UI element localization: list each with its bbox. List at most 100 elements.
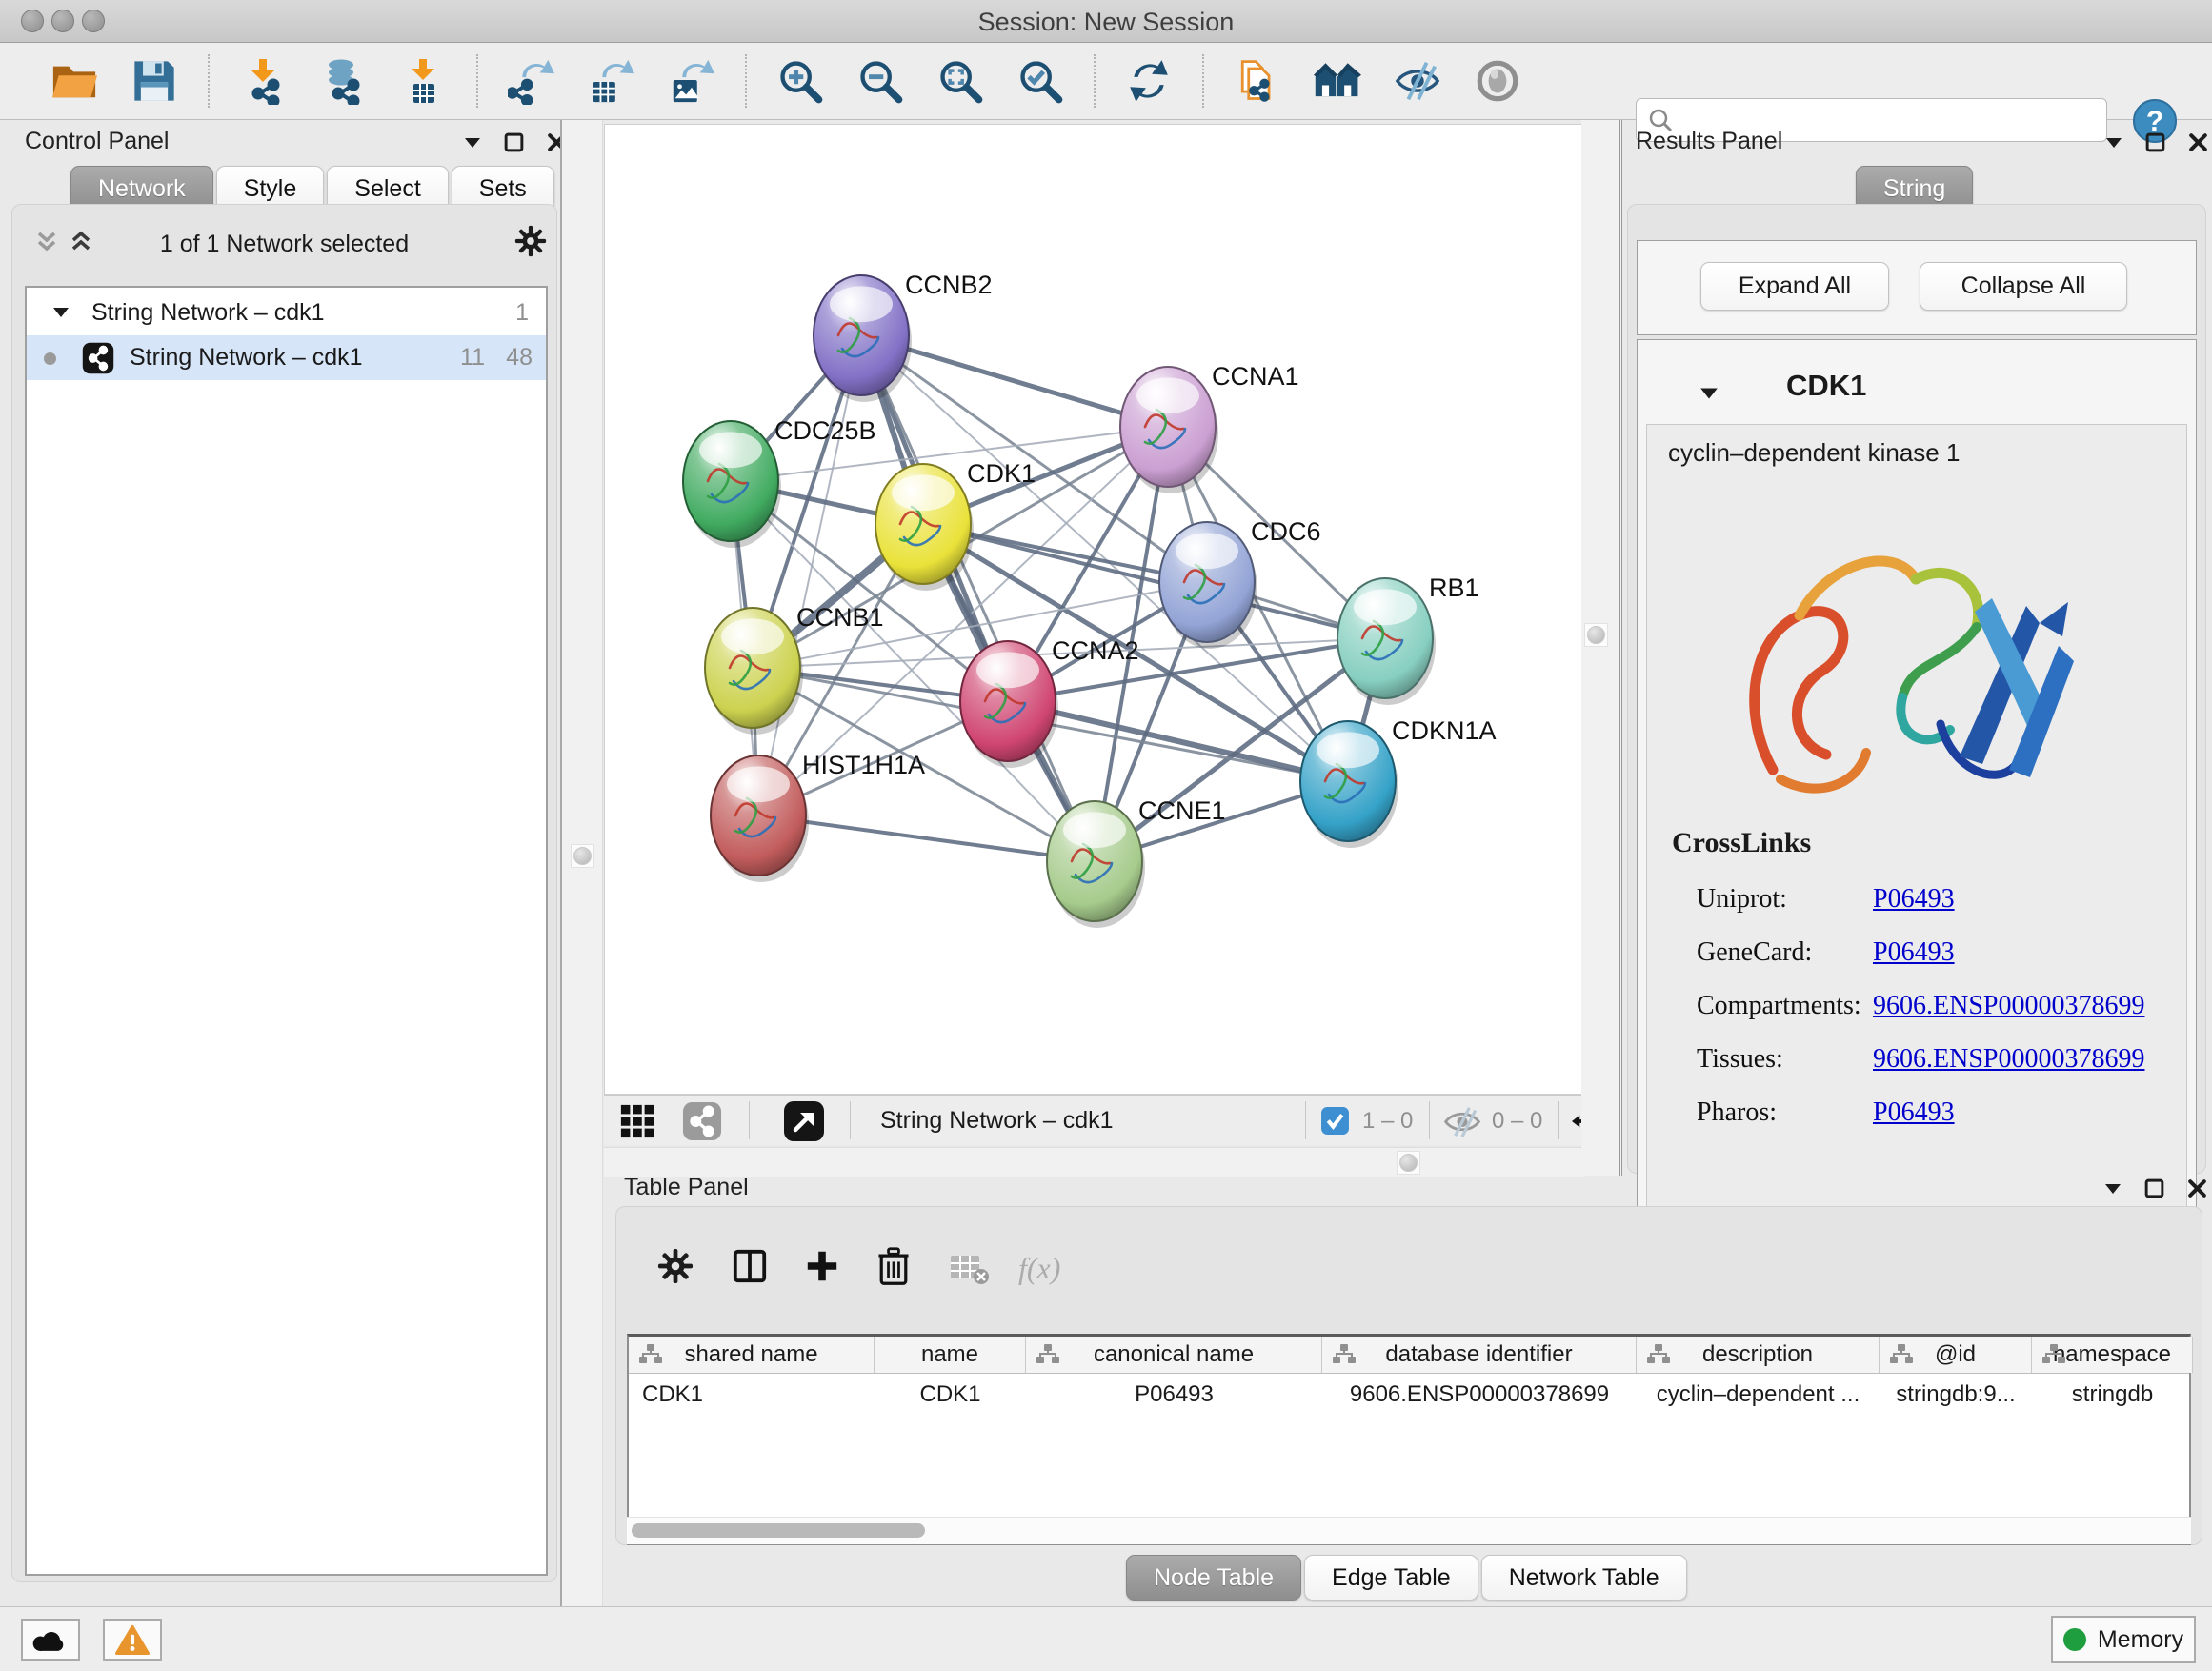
grid-view-icon[interactable] [619, 1103, 655, 1139]
network-svg[interactable]: CCNB2CCNA1CDC25BCDK1CDC6RB1CCNB1CCNA2CDK… [605, 125, 1582, 1094]
network-column-icon [1646, 1343, 1671, 1366]
warning-icon [115, 1624, 150, 1656]
collapse-table-icon[interactable] [2103, 1182, 2122, 1196]
horizontal-splitter[interactable] [604, 1147, 1583, 1177]
column-header-databaseidentifier[interactable]: database identifier [1322, 1337, 1637, 1373]
save-icon[interactable] [127, 53, 182, 109]
network-node-cdk1[interactable]: CDK1 [875, 459, 1036, 591]
network-node-ccnb1[interactable]: CCNB1 [705, 603, 884, 735]
import-network-icon[interactable] [235, 53, 291, 109]
collapse-panel-icon[interactable] [463, 136, 482, 150]
table-options-gear-icon[interactable] [657, 1248, 694, 1284]
table-cell[interactable]: cyclin–dependent ... [1637, 1374, 1880, 1416]
column-header-canonicalname[interactable]: canonical name [1026, 1337, 1322, 1373]
open-folder-icon[interactable] [47, 53, 102, 109]
column-header-name[interactable]: name [875, 1337, 1026, 1373]
tree-expand-icon[interactable] [51, 306, 70, 319]
table-hscrollbar[interactable] [627, 1517, 2191, 1544]
tab-network-table[interactable]: Network Table [1481, 1555, 1687, 1601]
hide-selected-icon[interactable] [1390, 53, 1445, 109]
network-node-ccne1[interactable]: CCNE1 [1047, 796, 1226, 928]
network-node-hist1h1a[interactable]: HIST1H1A [711, 751, 925, 882]
string-home-icon[interactable] [1310, 53, 1365, 109]
detach-view-icon[interactable] [783, 1100, 825, 1142]
table-cell[interactable]: 9606.ENSP00000378699 [1322, 1374, 1637, 1416]
import-table-icon[interactable] [395, 53, 451, 109]
network-selection-status: 1 of 1 Network selected [11, 231, 557, 258]
table-cell[interactable]: CDK1 [629, 1374, 875, 1416]
table-cell[interactable]: CDK1 [875, 1374, 1026, 1416]
network-options-gear-icon[interactable] [514, 225, 547, 257]
crosslink-label: Compartments: [1697, 991, 1873, 1021]
title-bar: Session: New Session [0, 0, 2212, 43]
network-node-ccna1[interactable]: CCNA1 [1120, 362, 1299, 493]
right-splitter[interactable] [1581, 120, 1622, 1176]
crosslink-value[interactable]: P06493 [1873, 937, 1955, 968]
network-edge[interactable] [758, 335, 861, 815]
crosslink-value[interactable]: 9606.ENSP00000378699 [1873, 991, 2144, 1021]
gene-collapse-icon[interactable] [1699, 386, 1719, 401]
float-results-icon[interactable] [2144, 131, 2166, 153]
tab-node-table[interactable]: Node Table [1126, 1555, 1301, 1601]
zoom-fit-icon[interactable] [933, 53, 988, 109]
network-node-cdc6[interactable]: CDC6 [1159, 517, 1321, 649]
import-database-icon[interactable] [315, 53, 371, 109]
crosslink-value[interactable]: P06493 [1873, 884, 1955, 915]
show-columns-icon[interactable] [732, 1248, 768, 1284]
cloud-button[interactable] [21, 1619, 80, 1661]
node-label-cdc25b: CDC25B [774, 416, 876, 445]
network-canvas[interactable]: CCNB2CCNA1CDC25BCDK1CDC6RB1CCNB1CCNA2CDK… [604, 124, 1583, 1095]
float-table-icon[interactable] [2143, 1178, 2165, 1199]
table-hscrollbar-thumb[interactable] [632, 1523, 925, 1538]
close-table-icon[interactable] [2186, 1178, 2208, 1199]
crosslink-value[interactable]: P06493 [1873, 1097, 1955, 1128]
table-cell[interactable]: stringdb [2032, 1374, 2193, 1416]
network-tree-selected-row[interactable]: String Network – cdk1 11 48 [27, 335, 546, 380]
column-header-id[interactable]: @id [1880, 1337, 2032, 1373]
tab-edge-table[interactable]: Edge Table [1304, 1555, 1478, 1601]
network-edge[interactable] [1008, 701, 1348, 781]
refresh-icon[interactable] [1121, 53, 1176, 109]
share-document-icon[interactable] [1230, 53, 1285, 109]
network-tree: String Network – cdk1 1 String Network –… [25, 286, 548, 1576]
network-edge[interactable] [861, 335, 1095, 861]
network-column-icon [1332, 1343, 1357, 1366]
network-node-cdkn1a[interactable]: CDKN1A [1300, 716, 1497, 848]
memory-button[interactable]: Memory [2051, 1616, 2196, 1663]
expand-collapse-box: Expand All Collapse All [1637, 240, 2197, 335]
float-panel-icon[interactable] [503, 131, 525, 153]
column-header-namespace[interactable]: namespace [2032, 1337, 2193, 1373]
network-overview-icon[interactable] [682, 1101, 722, 1141]
zoom-in-icon[interactable] [773, 53, 828, 109]
string-results-panel: Expand All Collapse All CDK1 cyclin–depe… [1627, 204, 2206, 1174]
table-cell[interactable]: P06493 [1026, 1374, 1322, 1416]
zoom-out-icon[interactable] [853, 53, 908, 109]
network-view-title: String Network – cdk1 [880, 1107, 1114, 1135]
delete-column-icon[interactable] [876, 1246, 911, 1286]
close-results-icon[interactable] [2187, 131, 2209, 153]
export-image-icon[interactable] [664, 53, 719, 109]
table-row[interactable]: CDK1CDK1P064939606.ENSP00000378699cyclin… [629, 1374, 2189, 1416]
warnings-button[interactable] [103, 1619, 162, 1661]
crosslink-value[interactable]: 9606.ENSP00000378699 [1873, 1044, 2144, 1075]
network-node-cdc25b[interactable]: CDC25B [683, 416, 876, 548]
crosslink-label: GeneCard: [1697, 937, 1873, 968]
right-splitter-grip[interactable] [1584, 623, 1608, 647]
add-column-icon[interactable] [804, 1248, 840, 1284]
horizontal-splitter-grip[interactable] [1397, 1151, 1420, 1175]
network-node-ccnb2[interactable]: CCNB2 [814, 271, 993, 402]
table-cell[interactable]: stringdb:9... [1880, 1374, 2032, 1416]
left-splitter-grip[interactable] [571, 844, 594, 868]
selected-checkbox-icon[interactable] [1320, 1106, 1350, 1136]
export-network-icon[interactable] [504, 53, 559, 109]
network-tree-root-row[interactable]: String Network – cdk1 1 [27, 291, 546, 335]
expand-all-button[interactable]: Expand All [1700, 262, 1889, 311]
network-node-rb1[interactable]: RB1 [1337, 574, 1479, 705]
collapse-all-button[interactable]: Collapse All [1920, 262, 2127, 311]
column-header-sharedname[interactable]: shared name [629, 1337, 875, 1373]
zoom-selected-icon[interactable] [1013, 53, 1068, 109]
collapse-results-icon[interactable] [2104, 136, 2123, 150]
show-all-icon[interactable] [1470, 53, 1525, 109]
column-header-description[interactable]: description [1637, 1337, 1880, 1373]
export-table-icon[interactable] [584, 53, 639, 109]
